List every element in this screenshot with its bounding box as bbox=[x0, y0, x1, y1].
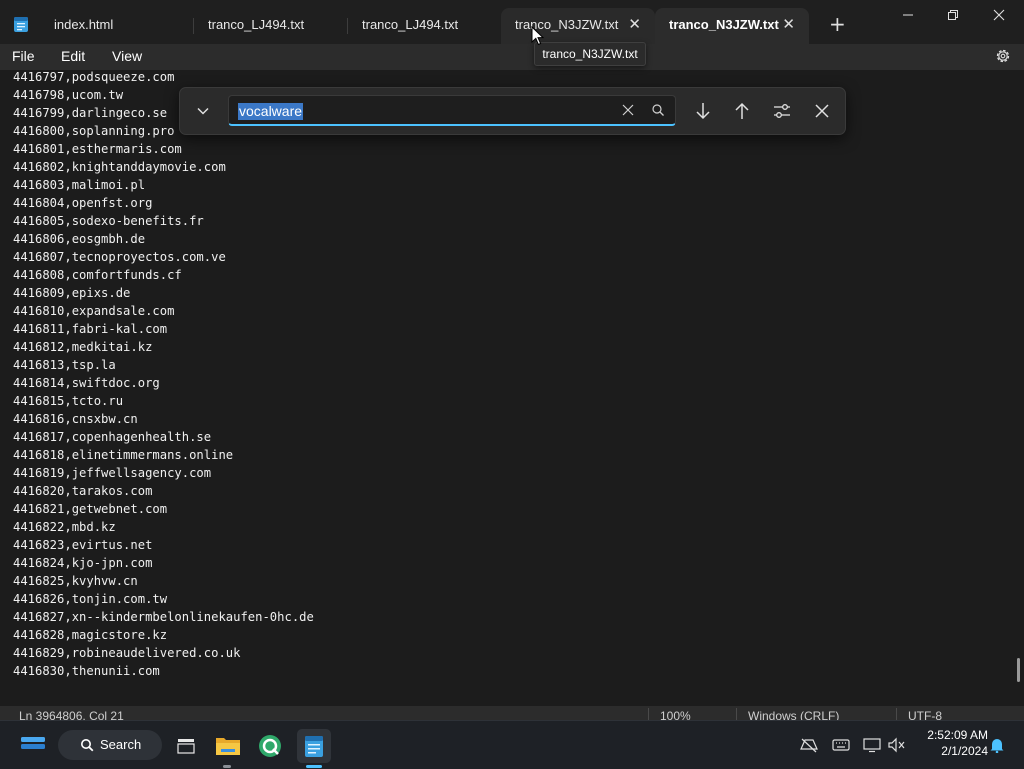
task-view-icon bbox=[177, 739, 195, 754]
text-line: 4416814,swiftdoc.org bbox=[13, 376, 160, 390]
text-line: 4416812,medkitai.kz bbox=[13, 340, 153, 354]
tab-label: index.html bbox=[54, 17, 114, 32]
text-line: 4416817,copenhagenhealth.se bbox=[13, 430, 212, 444]
find-options-sliders-icon[interactable] bbox=[771, 100, 793, 122]
menu-view[interactable]: View bbox=[112, 48, 142, 64]
tab-label: tranco_LJ494.txt bbox=[362, 17, 459, 32]
text-line: 4416813,tsp.la bbox=[13, 358, 116, 372]
restore-icon bbox=[948, 10, 958, 20]
chevron-down-icon[interactable] bbox=[194, 102, 212, 120]
text-line: 4416815,tcto.ru bbox=[13, 394, 124, 408]
text-line: 4416804,openfst.org bbox=[13, 196, 153, 210]
text-line: 4416802,knightanddaymovie.com bbox=[13, 160, 226, 174]
widgets-icon[interactable] bbox=[20, 733, 46, 755]
tab-tranco-lj494-1[interactable]: tranco_LJ494.txt bbox=[194, 8, 344, 44]
text-line: 4416811,fabri-kal.com bbox=[13, 322, 168, 336]
gear-icon[interactable] bbox=[994, 47, 1012, 65]
tab-tranco-n3jzw-1[interactable]: tranco_N3JZW.txt ✕ bbox=[501, 8, 655, 44]
taskbar-browser[interactable] bbox=[253, 729, 287, 763]
text-line: 4416827,xn--kindermbelonlinekaufen-0hc.d… bbox=[13, 610, 314, 624]
tab-tranco-n3jzw-2[interactable]: tranco_N3JZW.txt ✕ bbox=[655, 8, 809, 44]
text-line: 4416818,elinetimmermans.online bbox=[13, 448, 234, 462]
find-input[interactable]: vocalware bbox=[228, 95, 676, 126]
text-line: 4416830,thenunii.com bbox=[13, 664, 160, 678]
display-icon[interactable] bbox=[863, 737, 881, 753]
text-line: 4416808,comfortfunds.cf bbox=[13, 268, 182, 282]
close-icon bbox=[993, 9, 1005, 21]
notepad-app-icon bbox=[14, 17, 28, 32]
clear-icon[interactable] bbox=[621, 103, 635, 117]
close-find-icon[interactable] bbox=[811, 100, 833, 122]
find-previous-arrow-up-icon[interactable] bbox=[731, 100, 753, 122]
text-line: 4416820,tarakos.com bbox=[13, 484, 153, 498]
text-line: 4416806,eosgmbh.de bbox=[13, 232, 146, 246]
search-label: Search bbox=[100, 737, 142, 752]
close-tab-icon[interactable]: ✕ bbox=[628, 15, 641, 33]
vertical-scrollbar-thumb[interactable] bbox=[1017, 658, 1020, 682]
text-line: 4416825,kvyhvw.cn bbox=[13, 574, 138, 588]
tab-label: tranco_LJ494.txt bbox=[208, 17, 305, 32]
clock-time: 2:52:09 AM bbox=[927, 728, 988, 742]
find-next-arrow-down-icon[interactable] bbox=[692, 100, 714, 122]
text-line: 4416807,tecnoproyectos.com.ve bbox=[13, 250, 226, 264]
new-tab-plus-icon[interactable]: + bbox=[829, 12, 846, 36]
find-bar: vocalware bbox=[179, 87, 846, 135]
maximize-button[interactable] bbox=[930, 6, 976, 36]
close-window-button[interactable] bbox=[976, 6, 1022, 36]
minimize-icon bbox=[903, 14, 913, 16]
taskbar: Search 2:52:09 AM 2/1/2024 bbox=[0, 720, 1024, 769]
text-line: 4416803,malimoi.pl bbox=[13, 178, 146, 192]
text-line: 4416824,kjo-jpn.com bbox=[13, 556, 153, 570]
text-line: 4416797,podsqueeze.com bbox=[13, 70, 175, 84]
text-line: 4416809,epixs.de bbox=[13, 286, 131, 300]
search-icon[interactable] bbox=[651, 103, 665, 117]
close-tab-icon[interactable]: ✕ bbox=[782, 15, 795, 33]
search-icon bbox=[81, 739, 94, 752]
text-line: 4416823,evirtus.net bbox=[13, 538, 153, 552]
menu-file[interactable]: File bbox=[12, 48, 35, 64]
title-bar: index.html tranco_LJ494.txt tranco_LJ494… bbox=[0, 0, 1024, 44]
status-divider bbox=[896, 708, 897, 720]
text-line: 4416826,tonjin.com.tw bbox=[13, 592, 168, 606]
status-divider bbox=[648, 708, 649, 720]
text-line: 4416805,sodexo-benefits.fr bbox=[13, 214, 204, 228]
tab-index-html[interactable]: index.html bbox=[40, 8, 190, 44]
status-bar: Ln 3964806, Col 21 100% Windows (CRLF) U… bbox=[0, 706, 1024, 723]
folder-icon bbox=[216, 738, 240, 755]
status-divider bbox=[736, 708, 737, 720]
keyboard-icon[interactable] bbox=[832, 737, 850, 753]
network-disconnected-icon[interactable] bbox=[800, 737, 818, 753]
taskbar-clock[interactable]: 2:52:09 AM 2/1/2024 bbox=[912, 727, 988, 759]
tab-tranco-lj494-2[interactable]: tranco_LJ494.txt bbox=[348, 8, 498, 44]
taskbar-notepad[interactable] bbox=[297, 729, 331, 763]
notification-bell-icon[interactable] bbox=[988, 737, 1006, 753]
menu-bar: File Edit View bbox=[0, 44, 1024, 70]
find-query-text: vocalware bbox=[238, 103, 304, 120]
text-editor[interactable]: 4416797,podsqueeze.com 4416798,ucom.tw 441… bbox=[0, 70, 1024, 706]
taskbar-task-view[interactable] bbox=[169, 729, 203, 763]
text-line: 4416801,esthermaris.com bbox=[13, 142, 182, 156]
text-line: 4416819,jeffwellsagency.com bbox=[13, 466, 212, 480]
text-line: 4416816,cnsxbw.cn bbox=[13, 412, 138, 426]
mouse-pointer-icon bbox=[531, 26, 545, 46]
browser-icon bbox=[259, 735, 281, 757]
minimize-button[interactable] bbox=[885, 6, 931, 36]
volume-muted-icon[interactable] bbox=[888, 737, 906, 753]
notepad-icon bbox=[305, 736, 323, 757]
tab-label: tranco_N3JZW.txt bbox=[669, 17, 779, 32]
tab-tooltip: tranco_N3JZW.txt bbox=[534, 42, 646, 66]
text-line: 4416821,getwebnet.com bbox=[13, 502, 168, 516]
menu-edit[interactable]: Edit bbox=[61, 48, 85, 64]
text-line: 4416829,robineaudelivered.co.uk bbox=[13, 646, 241, 660]
text-line: 4416822,mbd.kz bbox=[13, 520, 116, 534]
taskbar-file-explorer[interactable] bbox=[211, 729, 245, 763]
text-line: 4416828,magicstore.kz bbox=[13, 628, 168, 642]
text-line: 4416810,expandsale.com bbox=[13, 304, 175, 318]
taskbar-search[interactable]: Search bbox=[58, 730, 162, 760]
editor-lines: 4416797,podsqueeze.com 4416798,ucom.tw 441… bbox=[13, 70, 314, 680]
clock-date: 2/1/2024 bbox=[941, 744, 988, 758]
